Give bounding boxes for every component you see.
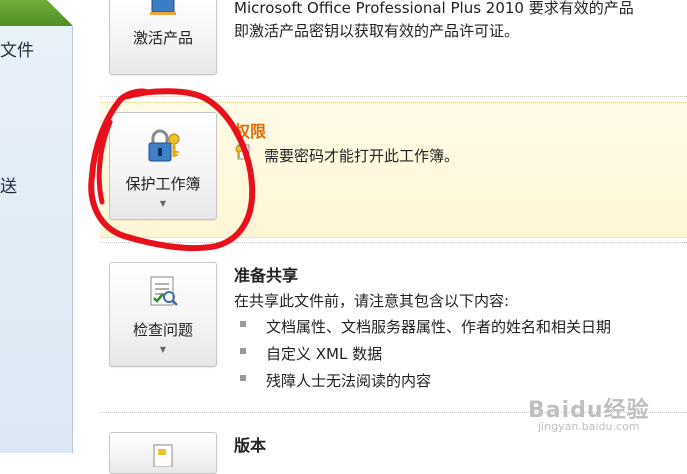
bullet-icon [240,321,246,327]
nav-active-tab[interactable] [0,0,73,26]
watermark-url: jingyan.baidu.com [538,420,640,433]
prepare-sharing-heading: 准备共享 [234,266,299,285]
activate-icon [146,0,180,19]
check-for-issues-label: 检查问题 [132,321,193,339]
permissions-description: 需要密码才能打开此工作簿。 [264,147,460,165]
activate-description-line1: Microsoft Office Professional Plus 2010 … [234,0,634,17]
check-for-issues-button[interactable]: 检查问题 ▼ [109,262,217,367]
backstage-nav: 文件 送 [0,0,73,453]
bullet-icon [240,375,246,381]
versions-heading: 版本 [234,436,267,455]
baidu-watermark: Baidu经验 jingyan.baidu.com [528,392,650,433]
nav-item-send[interactable]: 送 [0,172,17,197]
prepare-bullet-item: 残障人士无法阅读的内容 [266,372,432,390]
chevron-down-icon: ▼ [159,345,167,354]
activate-description-line2: 即激活产品密钥以获取有效的产品许可证。 [234,22,520,40]
prepare-bullet-item: 自定义 XML 数据 [266,345,383,363]
inspect-document-icon [147,275,179,313]
red-annotation-circle [88,88,256,252]
prepare-sharing-description: 在共享此文件前，请注意其包含以下内容: [234,292,510,310]
nav-item-file[interactable]: 文件 [0,36,34,61]
manage-versions-button[interactable] [109,432,217,474]
prepare-bullet-item: 文档属性、文档服务器属性、作者的姓名和相关日期 [266,318,612,336]
activate-product-label: 激活产品 [132,29,193,47]
activate-product-button[interactable]: 激活产品 [109,0,217,75]
versions-icon [148,443,178,471]
bullet-icon [240,348,246,354]
